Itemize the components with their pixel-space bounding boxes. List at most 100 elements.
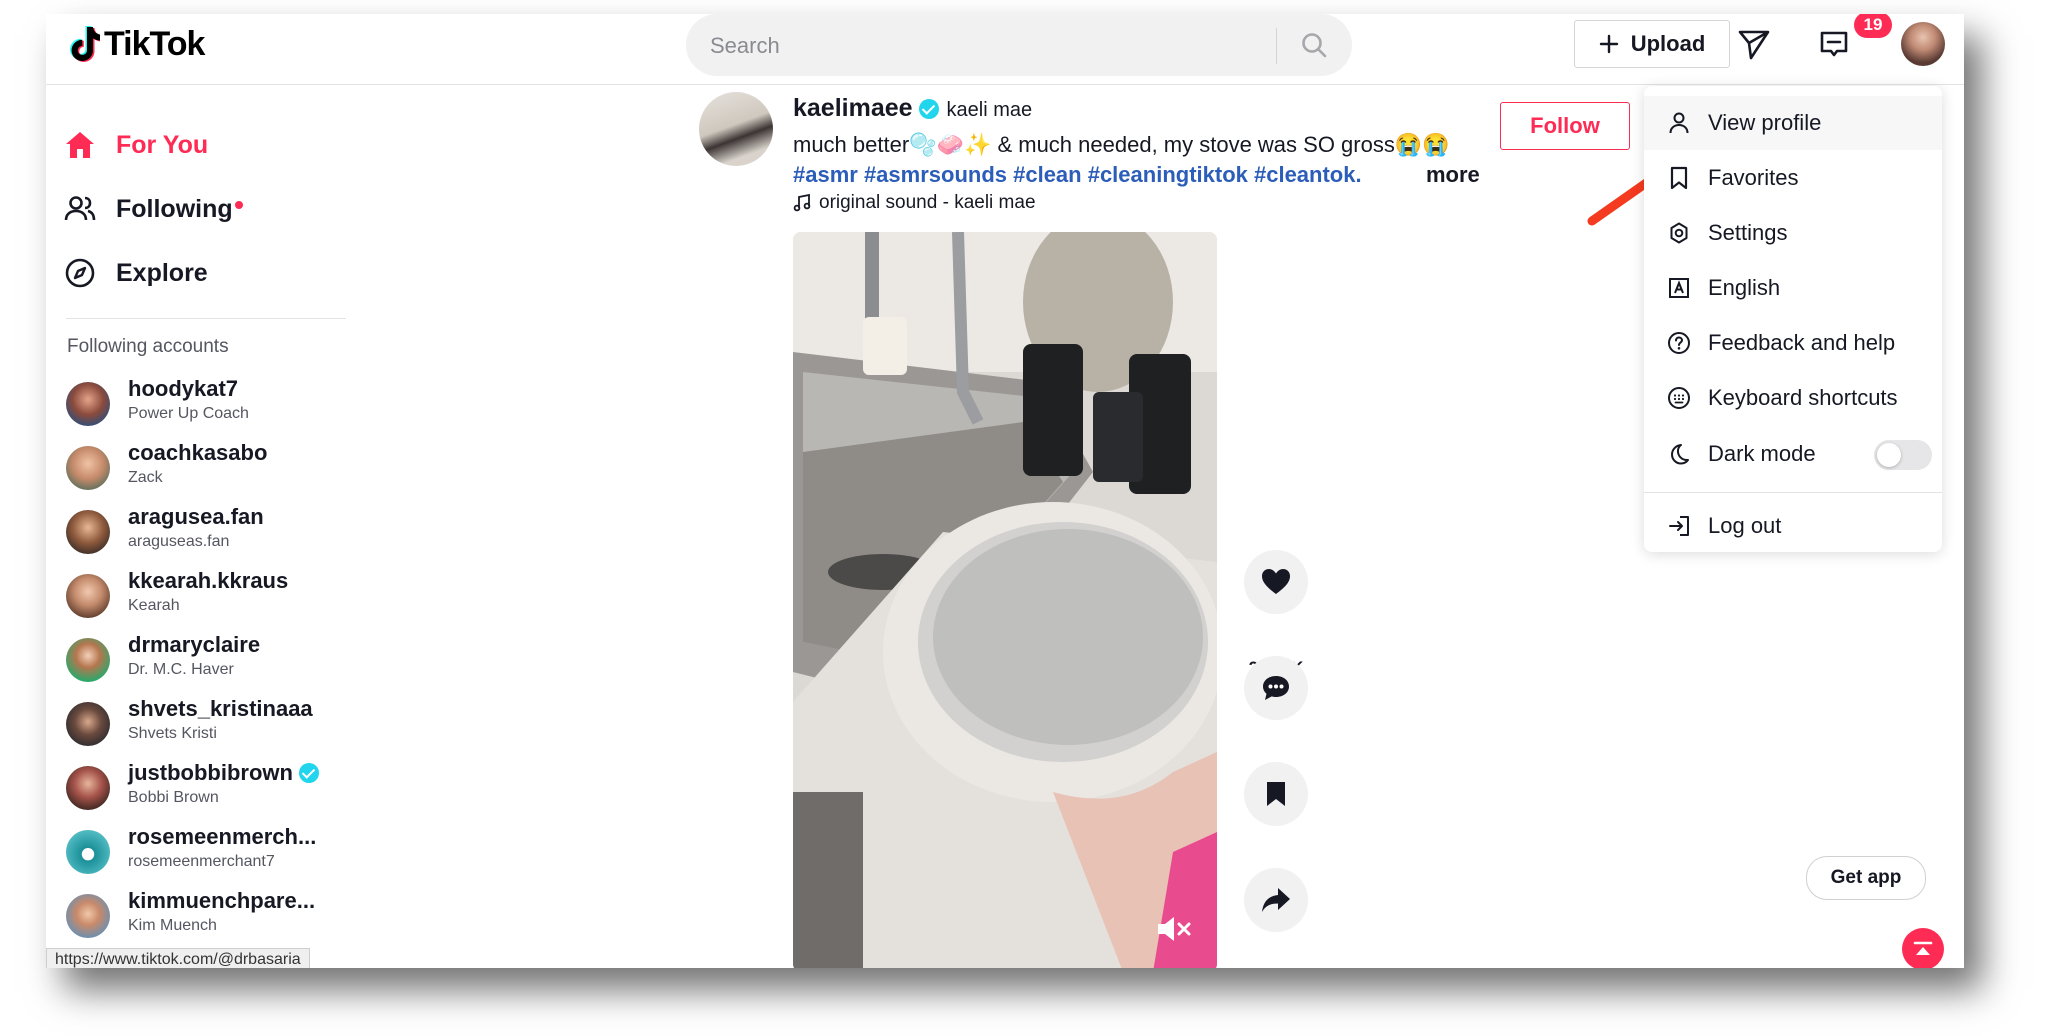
compass-icon [65,258,95,288]
back-to-top-button[interactable] [1902,928,1944,968]
more-button[interactable]: more [1426,162,1480,188]
unread-dot [234,200,243,209]
avatar [66,382,110,426]
account-item[interactable]: kimmuenchpare... Kim Muench [66,888,356,946]
nav-for-you[interactable]: For You [64,120,208,170]
dark-mode-toggle[interactable] [1874,440,1932,470]
mute-button[interactable] [1156,914,1192,944]
account-item[interactable]: justbobbibrown Bobbi Brown [66,760,356,818]
nav-explore[interactable]: Explore [64,248,208,298]
account-item[interactable]: kkearah.kkraus Kearah [66,568,356,626]
account-username: aragusea.fan [128,504,264,530]
menu-label: Favorites [1708,165,1799,190]
share-button[interactable] [1244,868,1308,932]
status-bar-url: https://www.tiktok.com/@drbasaria [46,948,310,968]
menu-settings[interactable]: Settings [1644,206,1942,260]
account-username: kimmuenchpare... [128,888,315,914]
account-display-name: rosemeenmerchant7 [128,853,275,870]
search-input[interactable] [708,14,1272,78]
menu-view-profile[interactable]: View profile [1644,96,1942,150]
video-frame [793,232,1217,968]
account-item[interactable]: rosemeenmerch... rosemeenmerchant7 [66,824,356,882]
username-text: aragusea.fan [128,504,264,529]
inbox-badge: 19 [1854,14,1892,38]
account-item[interactable]: shvets_kristinaaa Shvets Kristi [66,696,356,754]
username-text: coachkasabo [128,440,268,465]
inbox-button[interactable] [1814,24,1854,64]
post-author-avatar[interactable] [699,92,773,166]
account-username: coachkasabo [128,440,267,466]
account-username: kkearah.kkraus [128,568,288,594]
account-username: hoodykat7 [128,376,238,402]
account-username: shvets_kristinaaa [128,696,313,722]
save-button[interactable] [1244,762,1308,826]
upload-label: Upload [1630,31,1706,56]
nav-label: For You [116,130,209,159]
browser-window: TikTok Upload 19 For You F [46,14,1964,968]
account-display-name: Dr. M.C. Haver [128,661,234,678]
avatar [66,894,110,938]
profile-dropdown-menu: View profile Favorites Settings English … [1644,86,1942,552]
avatar [66,638,110,682]
account-username: drmaryclaire [128,632,260,658]
profile-avatar[interactable] [1901,22,1945,66]
verified-icon [298,763,319,783]
tiktok-note-icon [70,26,100,62]
nav-following[interactable]: Following [64,184,243,234]
username-text: rosemeenmerch... [128,824,317,849]
account-username: rosemeenmerch... [128,824,316,850]
menu-keyboard-shortcuts[interactable]: Keyboard shortcuts [1644,371,1942,425]
toggle-knob [1877,443,1901,467]
account-item[interactable]: coachkasabo Zack [66,440,356,498]
username-text: kaelimaee [793,94,913,122]
menu-language[interactable]: English [1644,261,1942,315]
menu-favorites[interactable]: Favorites [1644,151,1942,205]
avatar [66,702,110,746]
comment-button[interactable] [1244,656,1308,720]
gear-icon [1666,220,1692,246]
post-nickname: kaeli mae [946,99,1033,121]
following-accounts-heading: Following accounts [67,336,229,357]
tiktok-logo[interactable]: TikTok [66,24,205,64]
username-text: drmaryclaire [128,632,261,657]
username-text: hoodykat7 [128,376,239,401]
comment-icon [1263,676,1289,700]
avatar [66,510,110,554]
menu-dark-mode[interactable]: Dark mode [1644,427,1942,481]
account-item[interactable]: hoodykat7 Power Up Coach [66,376,356,434]
avatar [66,766,110,810]
account-item[interactable]: drmaryclaire Dr. M.C. Haver [66,632,356,690]
like-button[interactable] [1244,550,1308,614]
inbox-icon [1820,31,1848,57]
bookmark-icon [1666,165,1692,191]
account-display-name: Bobbi Brown [128,789,219,806]
muted-speaker-icon [1158,917,1191,941]
person-icon [1666,110,1692,136]
account-display-name: araguseas.fan [128,533,230,550]
upload-button[interactable]: Upload [1574,20,1730,68]
keyboard-icon [1666,385,1692,411]
menu-log-out[interactable]: Log out [1644,499,1942,553]
sidebar: For You Following Explore Following acco… [46,84,366,968]
language-icon [1666,275,1692,301]
home-icon [66,132,94,158]
menu-feedback[interactable]: Feedback and help [1644,316,1942,370]
users-icon [64,196,96,221]
account-display-name: Power Up Coach [128,405,249,422]
get-app-button[interactable]: Get app [1806,856,1926,900]
account-display-name: Zack [128,469,163,486]
top-bar: TikTok Upload 19 [46,14,1964,85]
search-button[interactable] [1290,23,1338,67]
post-sound[interactable]: original sound - kaeli mae [793,192,1036,214]
account-display-name: Kim Muench [128,917,217,934]
menu-label: Keyboard shortcuts [1708,385,1898,410]
post-username: kaelimaee [793,94,939,123]
verified-icon [918,98,939,119]
account-item[interactable]: aragusea.fan araguseas.fan [66,504,356,562]
post-hashtags[interactable]: #asmr #asmrsounds #clean #cleaningtiktok… [793,162,1361,188]
account-username: justbobbibrown [128,760,319,786]
video-player[interactable] [793,232,1217,968]
messages-button[interactable] [1734,24,1774,64]
post-author[interactable]: kaelimaee kaeli mae [793,94,1032,123]
account-display-name: Kearah [128,597,180,614]
